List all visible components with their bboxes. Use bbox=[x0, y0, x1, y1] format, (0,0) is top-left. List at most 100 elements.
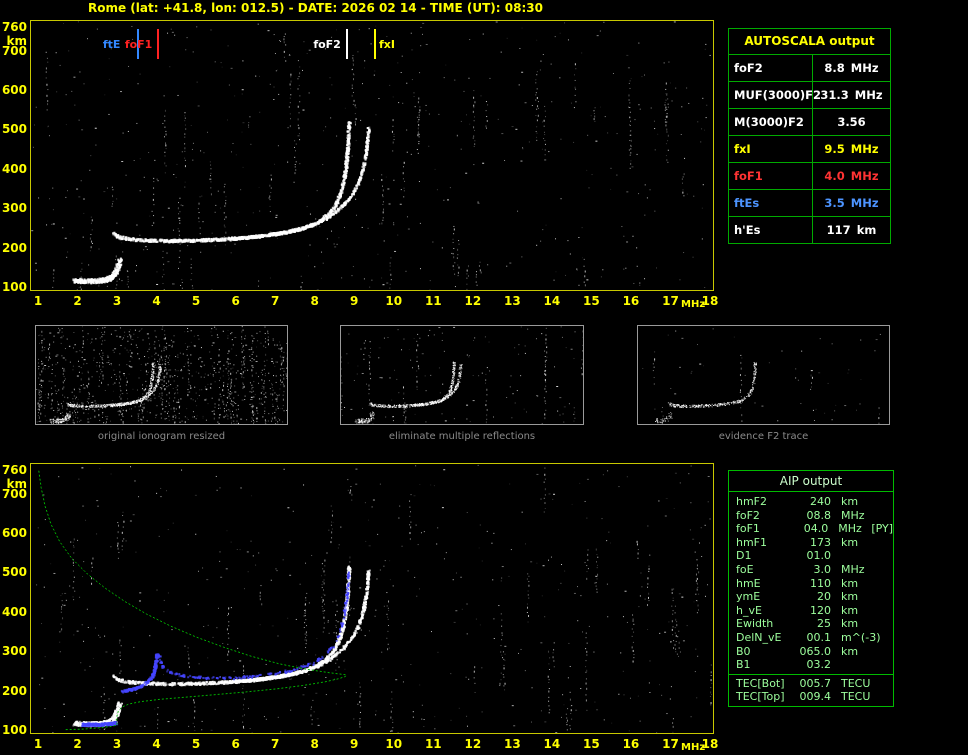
autoscala-row-unit: MHz bbox=[850, 169, 879, 183]
thumbnail-canvas-eliminate bbox=[341, 326, 583, 424]
autoscala-row-value-cell: 31.3 MHz bbox=[813, 82, 890, 108]
autoscala-row-M(3000)F2: M(3000)F2 3.56 bbox=[729, 109, 890, 136]
autoscala-row-unit: MHz bbox=[850, 142, 879, 156]
x-tick-label: 3 bbox=[112, 294, 122, 308]
y-tick-label: 400 bbox=[1, 161, 27, 176]
aip-param-value: 065.0 bbox=[799, 644, 832, 658]
aip-row-hmE: hmE 110 km bbox=[729, 577, 893, 591]
x-tick-label: 12 bbox=[464, 294, 482, 308]
autoscala-row-unit: km bbox=[856, 223, 877, 237]
y-tick-label: 500 bbox=[1, 122, 27, 137]
aip-row-h_vE: h_vE 120 km bbox=[729, 604, 893, 618]
aip-param-unit: MHz bbox=[841, 508, 865, 522]
aip-param-value: 20 bbox=[817, 590, 831, 604]
thumbnail-caption-evidence: evidence F2 trace bbox=[718, 431, 809, 442]
aip-row-D1: D1 01.0 bbox=[729, 549, 893, 563]
x-tick-label: 1 bbox=[33, 737, 43, 751]
aip-param-name: hmE bbox=[736, 576, 761, 590]
x-tick-label: 11 bbox=[424, 737, 442, 751]
x-tick-label: 16 bbox=[622, 737, 640, 751]
y-tick-label: 300 bbox=[1, 201, 27, 216]
aip-param-unit: TECU bbox=[841, 690, 871, 704]
x-axis-unit-label: MHz bbox=[681, 742, 706, 753]
x-tick-label: 1 bbox=[33, 294, 43, 308]
aip-param-extra bbox=[875, 495, 893, 509]
aip-row-TEC[Bot]: TEC[Bot] 005.7 TECU bbox=[729, 677, 893, 691]
y-tick-label: 760 bbox=[1, 19, 27, 34]
x-axis-unit-label: MHz bbox=[681, 299, 706, 310]
aip-param-name: foF1 bbox=[736, 522, 760, 536]
marker-label-ftEs: ftE bbox=[102, 38, 121, 51]
aip-param-value: 00.1 bbox=[806, 630, 832, 644]
autoscala-row-foF2: foF2 8.8 MHz bbox=[729, 55, 890, 82]
ionogram-plot-top: ftE foF1 foF2 fxI bbox=[30, 20, 714, 291]
aip-param-unit: TECU bbox=[841, 676, 871, 690]
x-tick-label: 15 bbox=[583, 294, 600, 308]
marker-line-foF1 bbox=[156, 29, 159, 59]
y-axis-unit-label: km bbox=[6, 477, 27, 491]
x-tick-label: 17 bbox=[662, 294, 679, 308]
aip-param-unit: MHz bbox=[841, 562, 865, 576]
x-tick-label: 5 bbox=[191, 294, 201, 308]
aip-param-extra bbox=[875, 590, 893, 604]
aip-param-name: TEC[Top] bbox=[736, 690, 785, 704]
x-tick-label: 2 bbox=[73, 737, 82, 751]
autoscala-screen: Rome (lat: +41.8, lon: 012.5) - DATE: 20… bbox=[0, 0, 968, 755]
autoscala-row-label: foF2 bbox=[729, 55, 813, 81]
aip-param-name: TEC[Bot] bbox=[736, 676, 785, 690]
y-tick-label: 100 bbox=[1, 723, 27, 737]
aip-param-name: hmF1 bbox=[736, 535, 768, 549]
aip-param-extra bbox=[875, 631, 893, 645]
x-tick-label: 9 bbox=[350, 294, 359, 308]
aip-param-extra bbox=[875, 536, 893, 550]
aip-param-name: B0 bbox=[736, 644, 751, 658]
aip-param-name: Ewidth bbox=[736, 617, 774, 631]
autoscala-row-value: 4.0 bbox=[824, 169, 845, 183]
x-tick-label: 11 bbox=[424, 294, 442, 308]
page-title: Rome (lat: +41.8, lon: 012.5) - DATE: 20… bbox=[88, 1, 543, 15]
autoscala-row-value: 3.5 bbox=[824, 196, 845, 210]
aip-param-extra: [PY] bbox=[871, 522, 894, 536]
aip-param-extra bbox=[875, 549, 893, 563]
aip-param-value: 3.0 bbox=[813, 562, 832, 576]
aip-row-hmF1: hmF1 173 km bbox=[729, 536, 893, 550]
aip-param-value: 110 bbox=[810, 576, 831, 590]
marker-label-fxI: fxI bbox=[379, 38, 395, 51]
aip-param-name: D1 bbox=[736, 549, 752, 563]
autoscala-row-value-cell: 3.5 MHz bbox=[813, 190, 890, 216]
aip-row-TEC[Top]: TEC[Top] 009.4 TECU bbox=[729, 690, 893, 704]
aip-row-DelN_vE: DelN_vE 00.1 m^(-3) bbox=[729, 631, 893, 645]
thumbnail-eliminate-reflections bbox=[340, 325, 584, 425]
thumbnail-caption-eliminate: eliminate multiple reflections bbox=[388, 431, 536, 442]
x-tick-label: 4 bbox=[152, 294, 161, 308]
aip-param-unit bbox=[831, 658, 875, 672]
aip-param-extra bbox=[875, 563, 893, 577]
aip-param-value: 005.7 bbox=[799, 676, 832, 690]
x-tick-label: 7 bbox=[270, 294, 280, 308]
y-tick-label: 500 bbox=[1, 565, 27, 580]
aip-param-unit: km bbox=[841, 603, 859, 617]
aip-param-extra bbox=[875, 645, 893, 659]
aip-param-value: 01.0 bbox=[806, 549, 832, 563]
autoscala-row-h'Es: h'Es 117 km bbox=[729, 217, 890, 243]
autoscala-row-MUF(3000)F2: MUF(3000)F2 31.3 MHz bbox=[729, 82, 890, 109]
aip-param-name: hmF2 bbox=[736, 495, 768, 508]
autoscala-row-unit: MHz bbox=[850, 61, 879, 75]
aip-param-unit: km bbox=[841, 576, 859, 590]
x-tick-label: 10 bbox=[385, 737, 403, 751]
marker-label-foF2: foF2 bbox=[313, 38, 341, 51]
aip-row-foF1: foF1 04.0 MHz [PY] bbox=[729, 522, 893, 536]
y-tick-label: 200 bbox=[1, 683, 27, 698]
marker-line-fxI bbox=[374, 29, 376, 59]
x-tick-label: 14 bbox=[543, 294, 561, 308]
autoscala-row-value: 9.5 bbox=[824, 142, 845, 156]
autoscala-row-label: M(3000)F2 bbox=[729, 109, 813, 135]
y-tick-label: 760 bbox=[1, 462, 27, 477]
autoscala-row-unit: MHz bbox=[854, 88, 883, 102]
x-tick-label: 9 bbox=[350, 737, 359, 751]
aip-param-value: 25 bbox=[817, 617, 831, 631]
y-tick-label: 600 bbox=[1, 83, 27, 97]
aip-table-header: AIP output bbox=[729, 471, 893, 492]
autoscala-row-value: 3.56 bbox=[837, 115, 866, 129]
autoscala-row-unit: MHz bbox=[850, 196, 879, 210]
